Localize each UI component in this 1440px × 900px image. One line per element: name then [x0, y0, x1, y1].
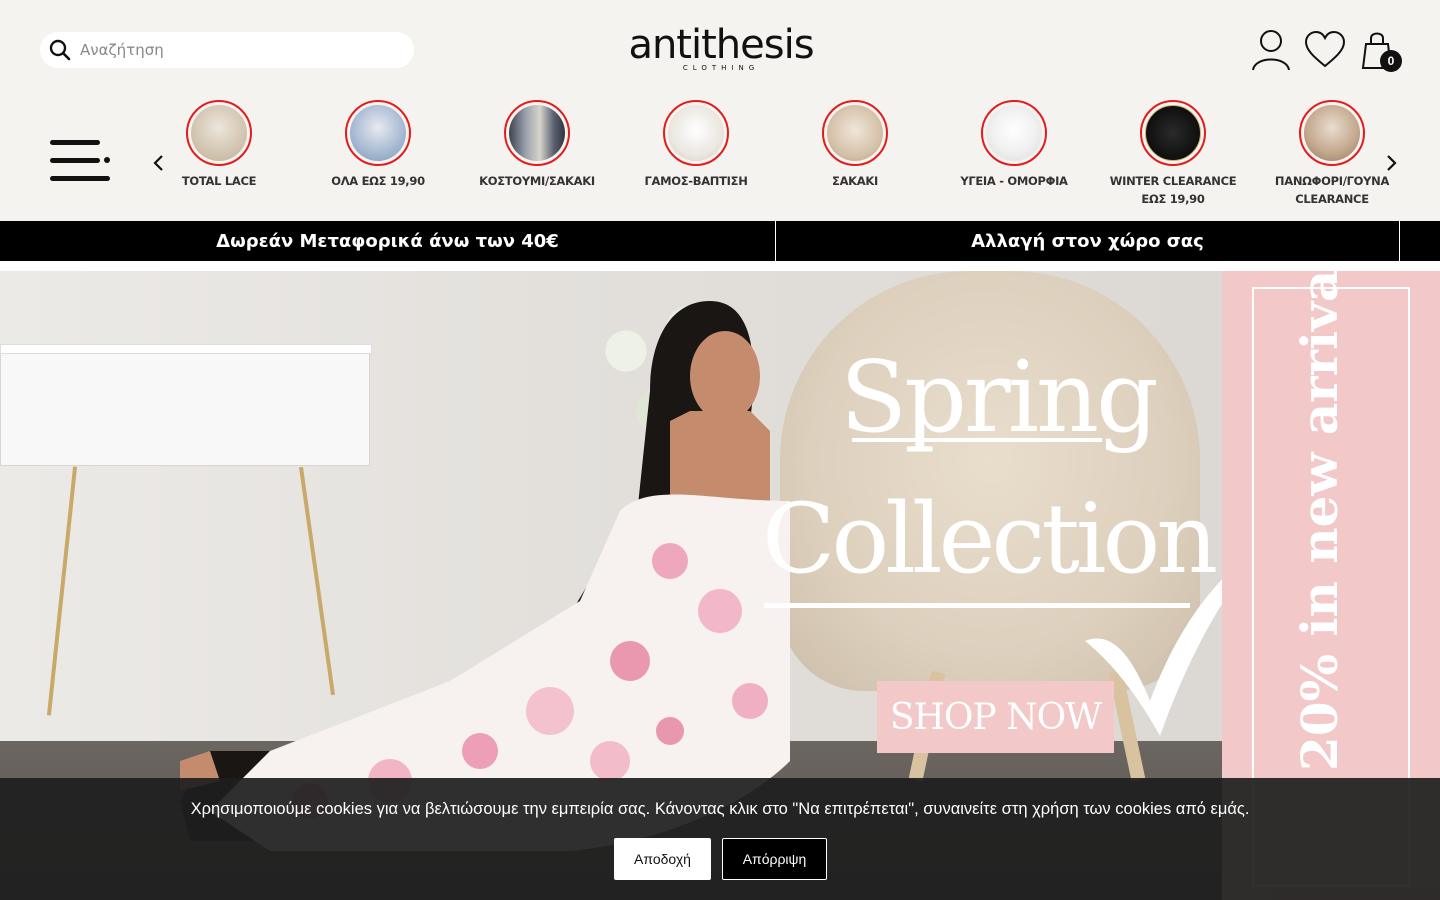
- promo-bar: Δωρεάν Μεταφορικά άνω των 40€ Αλλαγή στο…: [0, 221, 1440, 261]
- user-icon: [1252, 30, 1290, 71]
- cart-button[interactable]: 0: [1358, 28, 1402, 72]
- decorative-underline: [852, 438, 1102, 442]
- category-item[interactable]: WINTER CLEARANCE ΕΩΣ 19,90: [1098, 100, 1248, 208]
- site-header: antithesis CLOTHING 0: [0, 0, 1440, 220]
- cart-count-badge: 0: [1380, 50, 1402, 72]
- category-label: ΣΑΚΑΚΙ: [832, 174, 878, 188]
- category-thumbnail: [345, 100, 411, 166]
- category-item[interactable]: ΣΑΚΑΚΙ: [780, 100, 930, 190]
- category-label: WINTER CLEARANCE ΕΩΣ 19,90: [1109, 174, 1237, 206]
- category-thumbnail: [1140, 100, 1206, 166]
- free-shipping-notice: Δωρεάν Μεταφορικά άνω των 40€: [0, 221, 776, 261]
- cookie-banner: Χρησιμοποιούμε cookies για να βελτιώσουμ…: [0, 778, 1440, 900]
- heart-icon: [1304, 30, 1346, 68]
- brand-name: antithesis: [628, 22, 814, 68]
- category-thumbnail: [1299, 100, 1365, 166]
- category-thumbnail: [504, 100, 570, 166]
- search-input[interactable]: [80, 41, 380, 59]
- category-item[interactable]: ΓΑΜΟΣ-ΒΑΠΤΙΣΗ: [621, 100, 771, 190]
- exchange-notice: Αλλαγή στον χώρο σας: [776, 221, 1400, 261]
- header-actions: 0: [1250, 28, 1402, 72]
- category-label: ΥΓΕΙΑ - ΟΜΟΡΦΙΑ: [960, 174, 1068, 188]
- category-label: ΚΟΣΤΟΥΜΙ/ΣΑΚΑΚΙ: [479, 174, 595, 188]
- search-icon[interactable]: [48, 38, 72, 62]
- brand-logo[interactable]: antithesis CLOTHING: [624, 22, 818, 76]
- hero-side-text: 20% in new arrivals: [1290, 271, 1349, 771]
- category-label: ΠΑΝΩΦΟΡΙ/ΓΟΥΝΑ CLEARANCE: [1274, 174, 1390, 206]
- category-label: ΟΛΑ ΕΩΣ 19,90: [331, 174, 425, 188]
- cookie-message: Χρησιμοποιούμε cookies για να βελτιώσουμ…: [190, 800, 1250, 818]
- separator: [0, 261, 1440, 271]
- account-button[interactable]: [1250, 28, 1292, 72]
- category-thumbnail: [186, 100, 252, 166]
- menu-button[interactable]: [50, 140, 110, 182]
- category-item[interactable]: TOTAL LACE: [144, 100, 294, 190]
- category-item[interactable]: ΚΟΣΤΟΥΜΙ/ΣΑΚΑΚΙ: [462, 100, 612, 190]
- category-carousel: TOTAL LACE ΟΛΑ ΕΩΣ 19,90 ΚΟΣΤΟΥΜΙ/ΣΑΚΑΚΙ…: [140, 100, 1390, 210]
- hamburger-menu-icon: [50, 140, 110, 181]
- wishlist-button[interactable]: [1304, 28, 1346, 72]
- shop-now-button[interactable]: SHOP NOW: [877, 681, 1114, 753]
- search-bar[interactable]: [40, 32, 414, 68]
- category-thumbnail: [822, 100, 888, 166]
- category-label: ΓΑΜΟΣ-ΒΑΠΤΙΣΗ: [644, 174, 748, 188]
- reject-cookies-button[interactable]: Απόρριψη: [722, 838, 827, 880]
- accept-cookies-button[interactable]: Αποδοχή: [614, 838, 711, 880]
- category-label: TOTAL LACE: [181, 174, 257, 188]
- category-item[interactable]: ΠΑΝΩΦΟΡΙ/ΓΟΥΝΑ CLEARANCE: [1257, 100, 1407, 208]
- category-thumbnail: [663, 100, 729, 166]
- category-item[interactable]: ΥΓΕΙΑ - ΟΜΟΡΦΙΑ: [939, 100, 1089, 190]
- category-item[interactable]: ΟΛΑ ΕΩΣ 19,90: [303, 100, 453, 190]
- category-thumbnail: [981, 100, 1047, 166]
